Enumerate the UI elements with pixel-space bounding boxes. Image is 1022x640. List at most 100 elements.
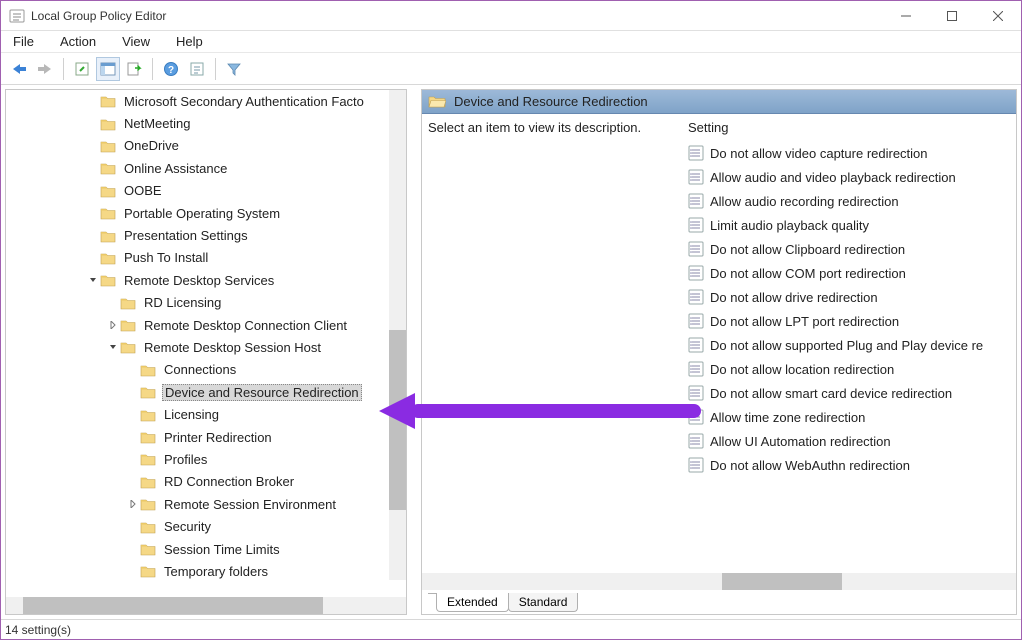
policy-icon <box>688 241 704 257</box>
detail-horizontal-scrollbar[interactable] <box>422 573 1016 590</box>
tree-item[interactable]: Push To Install <box>6 247 406 269</box>
setting-label: Allow audio recording redirection <box>710 194 899 209</box>
setting-label: Do not allow LPT port redirection <box>710 314 899 329</box>
toolbar-help-icon[interactable]: ? <box>159 57 183 81</box>
back-button[interactable] <box>7 57 31 81</box>
minimize-button[interactable] <box>883 1 929 31</box>
chevron-right-icon[interactable] <box>106 318 120 332</box>
setting-item[interactable]: Do not allow supported Plug and Play dev… <box>688 333 1016 357</box>
setting-label: Do not allow location redirection <box>710 362 894 377</box>
policy-icon <box>688 217 704 233</box>
tree-item-label: RD Licensing <box>142 295 223 310</box>
folder-icon <box>140 408 156 422</box>
policy-icon <box>688 337 704 353</box>
folder-icon <box>140 564 156 578</box>
setting-item[interactable]: Do not allow Clipboard redirection <box>688 237 1016 261</box>
setting-label: Do not allow smart card device redirecti… <box>710 386 952 401</box>
setting-item[interactable]: Allow audio recording redirection <box>688 189 1016 213</box>
tree-item[interactable]: OOBE <box>6 180 406 202</box>
tree-item[interactable]: OneDrive <box>6 135 406 157</box>
maximize-button[interactable] <box>929 1 975 31</box>
policy-icon <box>688 433 704 449</box>
tree-item[interactable]: Licensing <box>6 403 406 425</box>
tree-item[interactable]: Remote Desktop Session Host <box>6 336 406 358</box>
chevron-down-icon[interactable] <box>86 273 100 287</box>
menu-view[interactable]: View <box>118 32 154 51</box>
tree-item-label: Printer Redirection <box>162 430 274 445</box>
tree-item[interactable]: Online Assistance <box>6 157 406 179</box>
setting-item[interactable]: Limit audio playback quality <box>688 213 1016 237</box>
tree-item[interactable]: Remote Session Environment <box>6 493 406 515</box>
chevron-right-icon[interactable] <box>126 497 140 511</box>
tree-item-label: Profiles <box>162 452 209 467</box>
status-text: 14 setting(s) <box>5 623 71 637</box>
tree-item[interactable]: Microsoft Secondary Authentication Facto <box>6 90 406 112</box>
setting-label: Allow time zone redirection <box>710 410 865 425</box>
toolbar-policy-icon[interactable] <box>185 57 209 81</box>
setting-item[interactable]: Allow time zone redirection <box>688 405 1016 429</box>
tab-extended[interactable]: Extended <box>436 593 509 612</box>
tree-item[interactable]: Security <box>6 515 406 537</box>
tree-item[interactable]: Portable Operating System <box>6 202 406 224</box>
setting-item[interactable]: Do not allow video capture redirection <box>688 141 1016 165</box>
policy-icon <box>688 457 704 473</box>
tree-item-label: Licensing <box>162 407 221 422</box>
folder-icon <box>140 497 156 511</box>
tree-item[interactable]: RD Licensing <box>6 292 406 314</box>
splitter[interactable] <box>411 89 417 615</box>
tree-item[interactable]: Device and Resource Redirection <box>6 381 406 403</box>
menu-action[interactable]: Action <box>56 32 100 51</box>
tree-item[interactable]: RD Connection Broker <box>6 471 406 493</box>
tree-item[interactable]: Remote Desktop Connection Client <box>6 314 406 336</box>
chevron-down-icon[interactable] <box>106 340 120 354</box>
tree-item[interactable]: NetMeeting <box>6 112 406 134</box>
window-title: Local Group Policy Editor <box>31 9 883 23</box>
tree-item[interactable]: Profiles <box>6 448 406 470</box>
forward-button[interactable] <box>33 57 57 81</box>
setting-item[interactable]: Do not allow COM port redirection <box>688 261 1016 285</box>
tree-vertical-scrollbar[interactable] <box>389 90 406 580</box>
tree-item-label: Remote Desktop Session Host <box>142 340 323 355</box>
setting-item[interactable]: Allow UI Automation redirection <box>688 429 1016 453</box>
tree-item[interactable]: Connections <box>6 359 406 381</box>
tree-item[interactable]: Session Time Limits <box>6 538 406 560</box>
setting-item[interactable]: Do not allow location redirection <box>688 357 1016 381</box>
tree-item[interactable]: Printer Redirection <box>6 426 406 448</box>
setting-item[interactable]: Do not allow smart card device redirecti… <box>688 381 1016 405</box>
setting-item[interactable]: Allow audio and video playback redirecti… <box>688 165 1016 189</box>
setting-item[interactable]: Do not allow LPT port redirection <box>688 309 1016 333</box>
folder-icon <box>100 161 116 175</box>
tree-item-label: Session Time Limits <box>162 542 282 557</box>
menu-file[interactable]: File <box>9 32 38 51</box>
tree-item-label: Remote Session Environment <box>162 497 338 512</box>
menu-help[interactable]: Help <box>172 32 207 51</box>
tree-item[interactable]: Remote Desktop Services <box>6 269 406 291</box>
tree-item-label: OOBE <box>122 183 164 198</box>
tree-item-label: Remote Desktop Services <box>122 273 276 288</box>
toolbar-filter-icon[interactable] <box>222 57 246 81</box>
folder-icon <box>100 94 116 108</box>
toolbar-properties-icon[interactable] <box>70 57 94 81</box>
setting-label: Do not allow COM port redirection <box>710 266 906 281</box>
tree-item[interactable]: Presentation Settings <box>6 224 406 246</box>
tree-horizontal-scrollbar[interactable] <box>6 597 389 614</box>
close-button[interactable] <box>975 1 1021 31</box>
folder-icon <box>120 318 136 332</box>
folder-icon <box>100 273 116 287</box>
folder-icon <box>140 542 156 556</box>
setting-item[interactable]: Do not allow WebAuthn redirection <box>688 453 1016 477</box>
tree-panel: Microsoft Secondary Authentication Facto… <box>5 89 407 615</box>
tree-item[interactable]: Temporary folders <box>6 560 406 580</box>
toolbar-show-tree-icon[interactable] <box>96 57 120 81</box>
toolbar: ? <box>1 53 1021 85</box>
setting-label: Do not allow WebAuthn redirection <box>710 458 910 473</box>
setting-label: Do not allow supported Plug and Play dev… <box>710 338 983 353</box>
folder-icon <box>100 229 116 243</box>
toolbar-export-icon[interactable] <box>122 57 146 81</box>
folder-icon <box>120 296 136 310</box>
tree-item-label: Device and Resource Redirection <box>162 384 362 401</box>
setting-item[interactable]: Do not allow drive redirection <box>688 285 1016 309</box>
setting-label: Do not allow video capture redirection <box>710 146 928 161</box>
column-header-setting[interactable]: Setting <box>688 120 1016 141</box>
tab-standard[interactable]: Standard <box>508 593 579 612</box>
